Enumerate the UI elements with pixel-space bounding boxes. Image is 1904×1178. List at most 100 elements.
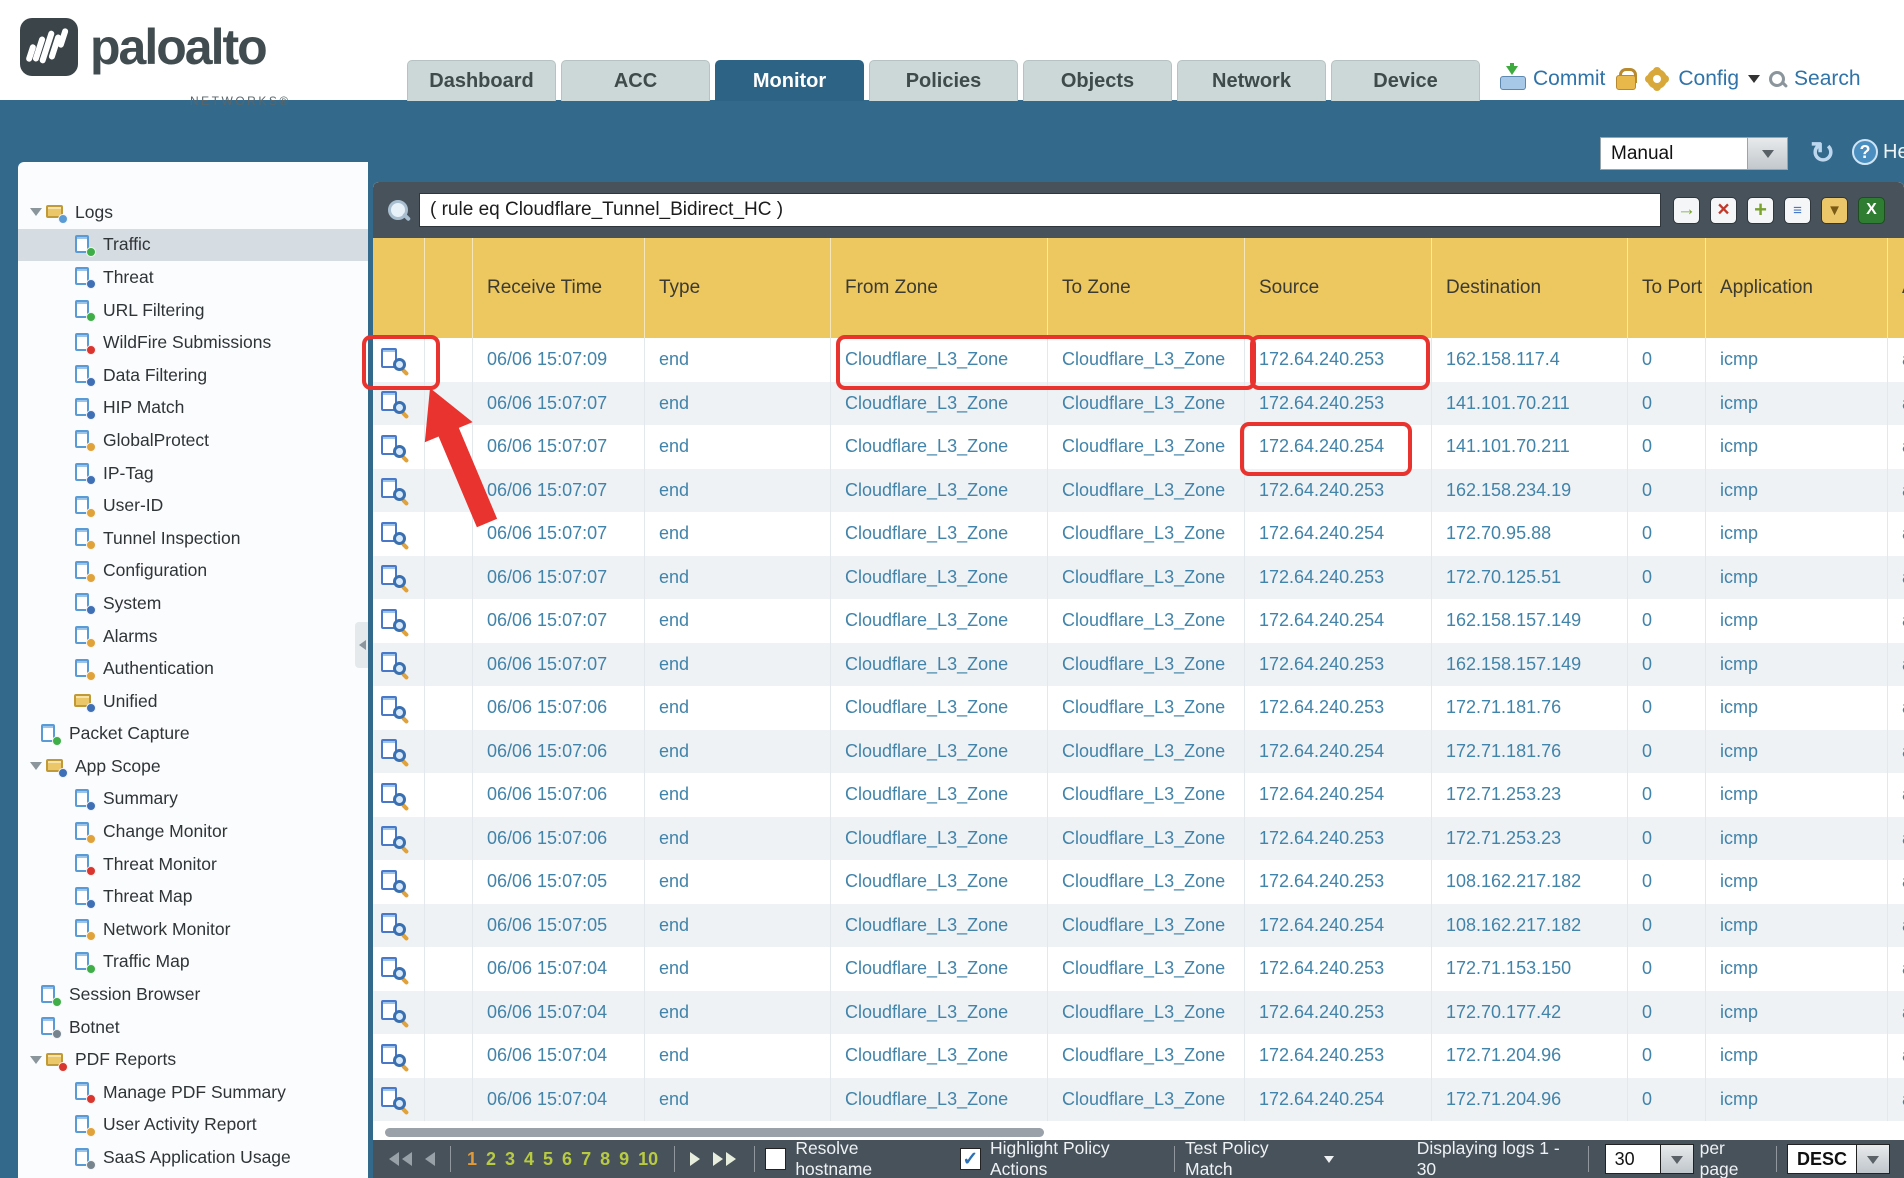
cell-source[interactable]: 172.64.240.253 — [1245, 860, 1432, 904]
cell-from-zone[interactable]: Cloudflare_L3_Zone — [831, 817, 1048, 861]
test-policy-match-button[interactable]: Test Policy Match — [1185, 1138, 1316, 1178]
cell-to-port[interactable]: 0 — [1628, 904, 1706, 948]
log-detail-cell[interactable] — [373, 947, 425, 991]
cell-action[interactable]: a — [1888, 338, 1904, 382]
log-detail-magnifier-icon[interactable] — [381, 522, 405, 546]
cell-destination[interactable]: 172.71.181.76 — [1432, 730, 1628, 774]
log-detail-magnifier-icon[interactable] — [381, 1000, 405, 1024]
cell-from-zone[interactable]: Cloudflare_L3_Zone — [831, 1078, 1048, 1122]
export-button[interactable]: X — [1858, 197, 1885, 224]
column-header-type[interactable]: Type — [645, 238, 831, 338]
cell-receive-time[interactable]: 06/06 15:07:05 — [473, 860, 645, 904]
cell-type[interactable]: end — [645, 1034, 831, 1078]
tab-policies[interactable]: Policies — [869, 60, 1018, 101]
per-page-dropdown-button[interactable] — [1661, 1144, 1694, 1174]
cell-destination[interactable]: 172.71.253.23 — [1432, 817, 1628, 861]
page-number-9[interactable]: 9 — [619, 1149, 629, 1170]
cell-action[interactable]: a — [1888, 991, 1904, 1035]
log-detail-cell[interactable] — [373, 338, 425, 382]
cell-to-zone[interactable]: Cloudflare_L3_Zone — [1048, 1034, 1245, 1078]
cell-type[interactable]: end — [645, 904, 831, 948]
cell-destination[interactable]: 172.71.153.150 — [1432, 947, 1628, 991]
log-filter-input[interactable] — [419, 193, 1661, 227]
column-header-to-zone[interactable]: To Zone — [1048, 238, 1245, 338]
cell-receive-time[interactable]: 06/06 15:07:07 — [473, 425, 645, 469]
cell-to-port[interactable]: 0 — [1628, 817, 1706, 861]
cell-to-port[interactable]: 0 — [1628, 338, 1706, 382]
sidebar-item-tunnel-inspection[interactable]: Tunnel Inspection — [18, 522, 368, 555]
page-number-5[interactable]: 5 — [543, 1149, 553, 1170]
cell-action[interactable]: a — [1888, 1034, 1904, 1078]
log-detail-cell[interactable] — [373, 860, 425, 904]
cell-application[interactable]: icmp — [1706, 817, 1888, 861]
sidebar-item-ip-tag[interactable]: IP-Tag — [18, 457, 368, 490]
cell-application[interactable]: icmp — [1706, 556, 1888, 600]
tab-network[interactable]: Network — [1177, 60, 1326, 101]
cell-application[interactable]: icmp — [1706, 947, 1888, 991]
cell-action[interactable]: a — [1888, 860, 1904, 904]
log-detail-magnifier-icon[interactable] — [381, 739, 405, 763]
clear-filter-button[interactable]: × — [1710, 197, 1737, 224]
cell-receive-time[interactable]: 06/06 15:07:07 — [473, 643, 645, 687]
log-detail-magnifier-icon[interactable] — [381, 1044, 405, 1068]
sort-order-select[interactable]: DESC — [1787, 1144, 1890, 1174]
log-detail-cell[interactable] — [373, 469, 425, 513]
cell-source[interactable]: 172.64.240.253 — [1245, 817, 1432, 861]
refresh-interval-dropdown-button[interactable] — [1748, 137, 1788, 170]
cell-receive-time[interactable]: 06/06 15:07:05 — [473, 904, 645, 948]
cell-type[interactable]: end — [645, 860, 831, 904]
log-detail-cell[interactable] — [373, 686, 425, 730]
sidebar-item-system[interactable]: System — [18, 587, 368, 620]
cell-action[interactable]: a — [1888, 730, 1904, 774]
cell-to-zone[interactable]: Cloudflare_L3_Zone — [1048, 817, 1245, 861]
cell-application[interactable]: icmp — [1706, 338, 1888, 382]
add-filter-button[interactable]: + — [1747, 197, 1774, 224]
sidebar-item-saas-application-usage[interactable]: SaaS Application Usage — [18, 1141, 368, 1174]
cell-source[interactable]: 172.64.240.254 — [1245, 773, 1432, 817]
cell-destination[interactable]: 172.70.177.42 — [1432, 991, 1628, 1035]
cell-action[interactable]: a — [1888, 817, 1904, 861]
cell-from-zone[interactable]: Cloudflare_L3_Zone — [831, 556, 1048, 600]
cell-application[interactable]: icmp — [1706, 730, 1888, 774]
log-detail-magnifier-icon[interactable] — [381, 870, 405, 894]
cell-to-zone[interactable]: Cloudflare_L3_Zone — [1048, 860, 1245, 904]
cell-to-zone[interactable]: Cloudflare_L3_Zone — [1048, 469, 1245, 513]
cell-source[interactable]: 172.64.240.253 — [1245, 643, 1432, 687]
page-number-4[interactable]: 4 — [524, 1149, 534, 1170]
log-detail-magnifier-icon[interactable] — [381, 478, 405, 502]
cell-to-port[interactable]: 0 — [1628, 469, 1706, 513]
cell-receive-time[interactable]: 06/06 15:07:04 — [473, 947, 645, 991]
cell-to-port[interactable]: 0 — [1628, 730, 1706, 774]
cell-receive-time[interactable]: 06/06 15:07:09 — [473, 338, 645, 382]
cell-source[interactable]: 172.64.240.253 — [1245, 686, 1432, 730]
apply-filter-button[interactable]: → — [1673, 197, 1700, 224]
log-detail-cell[interactable] — [373, 1078, 425, 1122]
first-page-button[interactable] — [386, 1152, 412, 1166]
sidebar-item-wildfire-submissions[interactable]: WildFire Submissions — [18, 326, 368, 359]
sidebar-item-traffic-map[interactable]: Traffic Map — [18, 946, 368, 979]
cell-source[interactable]: 172.64.240.254 — [1245, 904, 1432, 948]
cell-type[interactable]: end — [645, 991, 831, 1035]
cell-application[interactable]: icmp — [1706, 686, 1888, 730]
per-page-value[interactable]: 30 — [1605, 1144, 1661, 1174]
log-detail-magnifier-icon[interactable] — [381, 652, 405, 676]
log-detail-cell[interactable] — [373, 425, 425, 469]
sidebar-collapse-handle[interactable] — [355, 622, 368, 668]
cell-application[interactable]: icmp — [1706, 599, 1888, 643]
sidebar-item-summary[interactable]: Summary — [18, 783, 368, 816]
sidebar-item-unified[interactable]: Unified — [18, 685, 368, 718]
sidebar-item-network-monitor[interactable]: Network Monitor — [18, 913, 368, 946]
cell-to-port[interactable]: 0 — [1628, 425, 1706, 469]
cell-destination[interactable]: 172.70.125.51 — [1432, 556, 1628, 600]
search-button[interactable]: Search — [1794, 67, 1861, 91]
log-detail-magnifier-icon[interactable] — [381, 391, 405, 415]
log-detail-cell[interactable] — [373, 817, 425, 861]
cell-action[interactable]: a — [1888, 599, 1904, 643]
cell-from-zone[interactable]: Cloudflare_L3_Zone — [831, 773, 1048, 817]
cell-source[interactable]: 172.64.240.254 — [1245, 425, 1432, 469]
cell-application[interactable]: icmp — [1706, 773, 1888, 817]
cell-to-zone[interactable]: Cloudflare_L3_Zone — [1048, 686, 1245, 730]
cell-type[interactable]: end — [645, 643, 831, 687]
cell-receive-time[interactable]: 06/06 15:07:07 — [473, 382, 645, 426]
sidebar-item-threat-monitor[interactable]: Threat Monitor — [18, 848, 368, 881]
